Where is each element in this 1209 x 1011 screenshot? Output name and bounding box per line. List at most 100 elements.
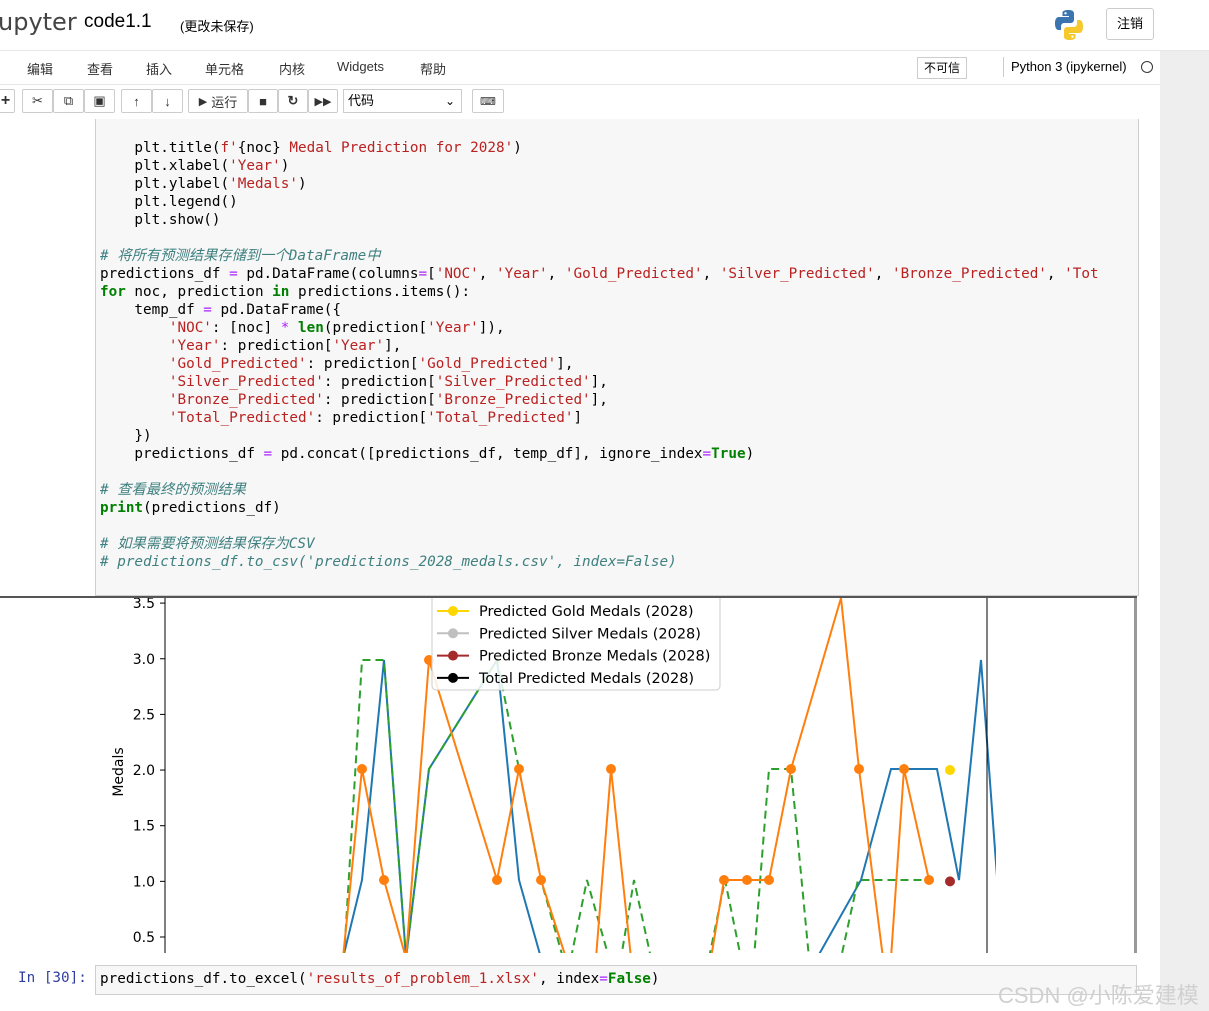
code-token: 'Bronze_Predicted' xyxy=(168,392,324,408)
data-point xyxy=(514,764,524,774)
code-cell-input[interactable]: plt.title(f'{noc} Medal Prediction for 2… xyxy=(95,119,1139,596)
next-cell-code[interactable]: predictions_df.to_excel('results_of_prob… xyxy=(100,971,660,987)
restart-run-all-button[interactable]: ▶▶ xyxy=(308,89,338,113)
menu-view[interactable]: 查看 xyxy=(87,59,113,78)
y-tick-label: 3.5 xyxy=(133,598,155,612)
code-token: , xyxy=(702,266,720,282)
menu-edit[interactable]: 编辑 xyxy=(27,59,53,78)
menu-widgets[interactable]: Widgets xyxy=(337,59,384,74)
menu-help[interactable]: 帮助 xyxy=(420,59,446,78)
run-button[interactable]: ▶ 运行 xyxy=(188,89,248,113)
paste-icon: ▣ xyxy=(93,93,106,108)
play-icon: ▶ xyxy=(198,95,208,108)
data-point xyxy=(764,875,774,885)
code-token: 'NOC' xyxy=(168,320,212,336)
code-token: 'Silver_Predicted' xyxy=(168,374,324,390)
cut-button[interactable]: ✂ xyxy=(22,89,53,113)
header-bar: upyter code1.1 (更改未保存) 注销 xyxy=(0,0,1209,51)
copy-icon: ⧉ xyxy=(63,93,74,108)
code-token: len xyxy=(298,320,324,336)
move-down-button[interactable]: ↓ xyxy=(152,89,183,113)
output-right-edge xyxy=(996,598,1137,953)
toolbar: + ✂ ⧉ ▣ ↑ ↓ ▶ 运行 ■ ↻ ▶▶ 代码 ⌄ ⌨ xyxy=(0,85,1160,119)
code-token: : prediction[ xyxy=(315,410,428,426)
arrow-up-icon: ↑ xyxy=(133,93,140,109)
y-tick-label: 1.0 xyxy=(133,874,155,890)
code-token: {noc} xyxy=(237,140,281,156)
code-arg: , index xyxy=(539,971,600,987)
interrupt-button[interactable]: ■ xyxy=(248,89,278,113)
notebook-name[interactable]: code1.1 xyxy=(84,11,152,33)
code-token: for xyxy=(100,284,126,300)
logout-button[interactable]: 注销 xyxy=(1106,8,1154,40)
code-token: 'Gold_Predicted' xyxy=(564,266,703,282)
code-token: , xyxy=(547,266,565,282)
code-token: plt.ylabel( xyxy=(100,176,230,192)
paste-button[interactable]: ▣ xyxy=(84,89,115,113)
code-token: 'Silver_Predicted' xyxy=(719,266,875,282)
legend-label: Total Predicted Medals (2028) xyxy=(478,671,694,687)
legend-label: Predicted Bronze Medals (2028) xyxy=(479,649,710,665)
trusted-indicator[interactable]: 不可信 xyxy=(917,57,967,79)
code-token: 'NOC' xyxy=(435,266,479,282)
y-tick-label: 0.5 xyxy=(133,930,155,946)
code-token: ], xyxy=(590,392,608,408)
watermark: CSDN @小陈爱建模 xyxy=(998,983,1199,1008)
copy-button[interactable]: ⧉ xyxy=(53,89,84,113)
code-token: f' xyxy=(220,140,238,156)
next-cell-input[interactable]: predictions_df.to_excel('results_of_prob… xyxy=(95,965,1137,995)
code-token: 'Tot xyxy=(1064,266,1099,282)
data-point xyxy=(786,764,796,774)
code-token: ], xyxy=(384,338,402,354)
code-token: : prediction[ xyxy=(323,374,436,390)
menu-cell[interactable]: 单元格 xyxy=(205,59,244,78)
menu-kernel[interactable]: 内核 xyxy=(279,59,305,78)
code-token: 'Bronze_Predicted' xyxy=(891,266,1047,282)
menu-insert[interactable]: 插入 xyxy=(146,59,172,78)
legend-swatch-marker xyxy=(448,650,458,661)
cell-type-select[interactable]: 代码 ⌄ xyxy=(343,89,462,113)
code-token: 'Gold_Predicted' xyxy=(168,356,307,372)
jupyter-logo[interactable]: upyter xyxy=(0,8,77,36)
kernel-name[interactable]: Python 3 (ipykernel) xyxy=(1011,59,1127,74)
cell-prompt: In [30]: xyxy=(18,970,87,986)
y-tick-label: 2.0 xyxy=(133,763,155,779)
y-tick-label: 2.5 xyxy=(133,707,155,723)
code-token: pd.DataFrame(columns xyxy=(237,266,419,282)
code-token: plt.title( xyxy=(100,140,221,156)
code-token: ) xyxy=(280,158,290,174)
add-cell-button[interactable]: + xyxy=(0,89,15,113)
code-token: 'Year' xyxy=(229,158,281,174)
code-line: 'NOC': [noc] * len(prediction['Year']), xyxy=(100,319,1099,337)
data-point xyxy=(854,764,864,774)
code-token: = xyxy=(203,302,212,318)
code-editor[interactable]: plt.title(f'{noc} Medal Prediction for 2… xyxy=(100,139,1099,571)
data-point xyxy=(357,764,367,774)
menu-bar: 编辑 查看 插入 单元格 内核 Widgets 帮助 不可信 Python 3 … xyxy=(0,51,1160,85)
data-point xyxy=(899,764,909,774)
move-up-button[interactable]: ↑ xyxy=(121,89,152,113)
data-point xyxy=(536,875,546,885)
fast-forward-icon: ▶▶ xyxy=(314,95,332,108)
code-token: 'Year' xyxy=(168,338,221,354)
command-palette-button[interactable]: ⌨ xyxy=(472,89,504,113)
plus-icon: + xyxy=(0,92,11,109)
code-token: Medal Prediction for 2028' xyxy=(280,140,514,156)
legend-label: Predicted Silver Medals (2028) xyxy=(479,626,701,642)
code-token: predictions.items(): xyxy=(289,284,471,300)
y-tick-label: 1.5 xyxy=(133,819,155,835)
code-token: }) xyxy=(100,428,152,444)
restart-button[interactable]: ↻ xyxy=(278,89,308,113)
predicted-bronze-point xyxy=(945,876,955,887)
scissors-icon: ✂ xyxy=(32,93,43,108)
plot-output: 0.5 1.0 1.5 2.0 2.5 3.0 3.5 Medals Predicted G… xyxy=(101,598,1137,953)
code-fn: predictions_df.to_excel( xyxy=(100,971,307,987)
legend-swatch-marker xyxy=(448,628,458,639)
code-token: 'Year' xyxy=(332,338,385,354)
